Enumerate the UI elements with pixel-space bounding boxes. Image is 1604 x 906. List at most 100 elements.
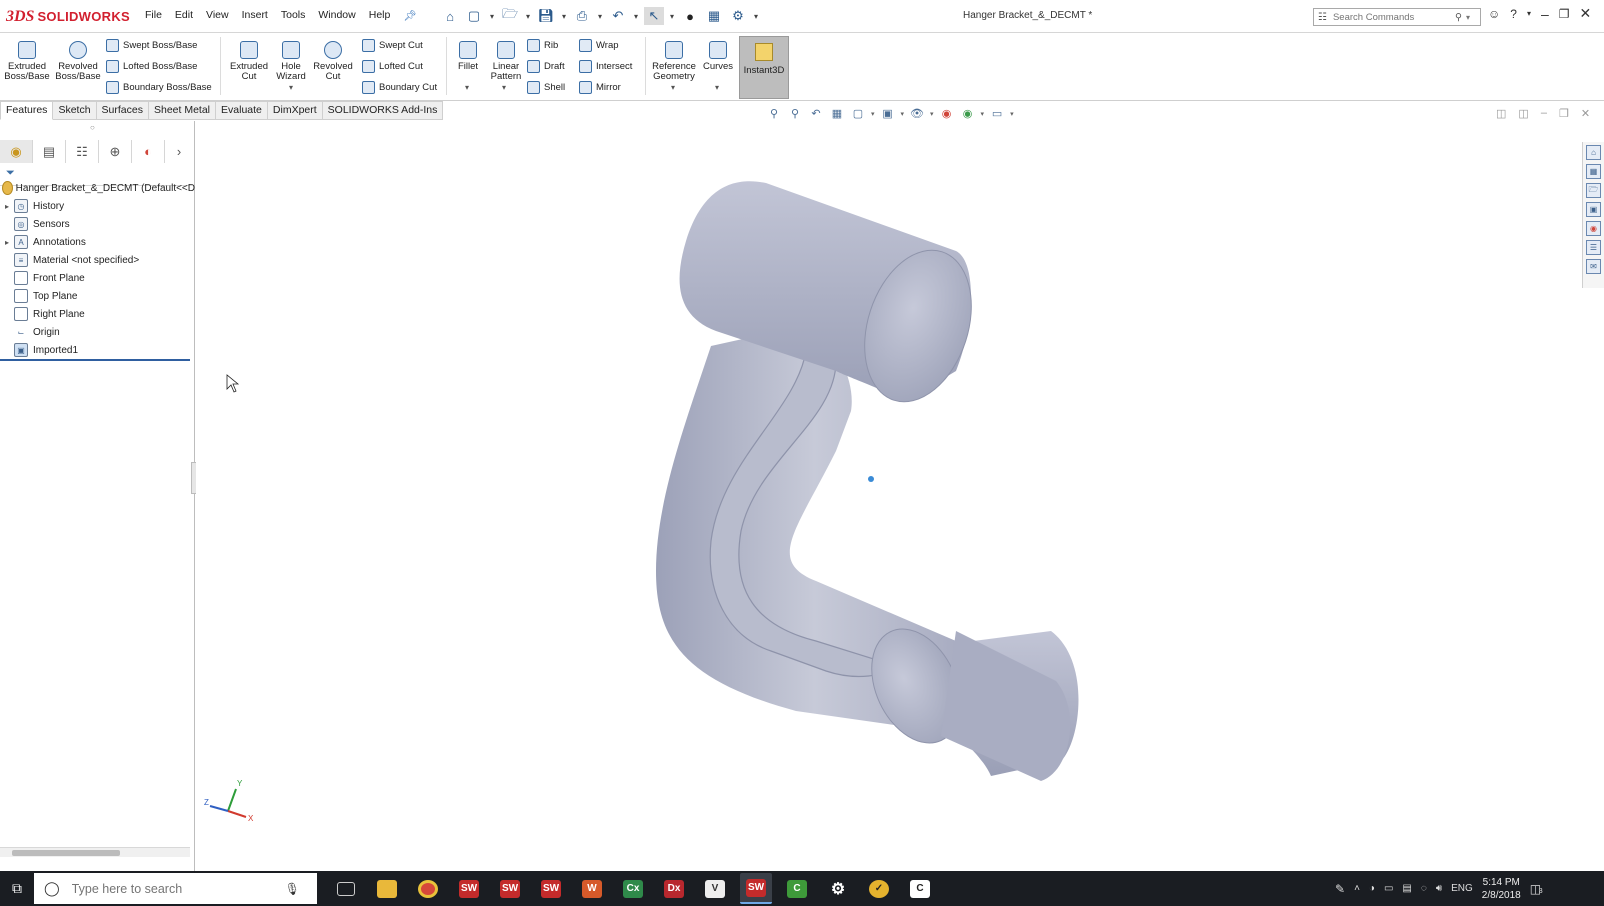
graphics-area[interactable]: Y X Z [196,121,1582,871]
draft-button[interactable]: Draft [527,60,565,73]
search-commands-input[interactable] [1330,10,1451,24]
tab-sheet-metal[interactable]: Sheet Metal [148,101,217,120]
menu-file[interactable]: File [145,9,162,22]
solidworks-2017-app-icon[interactable]: SW [494,873,526,904]
chevron-down-icon[interactable]: ▾ [1527,9,1531,18]
property-manager-tab-icon[interactable]: ▤ [33,140,66,163]
section-view-icon[interactable]: ▦ [829,106,845,121]
chevron-down-icon[interactable]: ▾ [671,83,675,92]
curves-button[interactable]: Curves [700,41,736,72]
new-document-icon[interactable]: ▢ [464,7,484,25]
menu-edit[interactable]: Edit [175,9,193,22]
notification-center-icon[interactable]: ◫ 3 [1530,882,1543,896]
chevron-down-icon[interactable]: ▾ [596,12,604,21]
edit-appearance-icon[interactable]: ◉ [939,106,955,121]
tree-item-front-plane[interactable]: Front Plane [0,269,85,287]
home-icon[interactable]: ⌂ [440,7,460,25]
reference-geometry-button[interactable]: Reference Geometry [650,41,698,82]
windows-start-icon[interactable]: ⧉ [0,871,34,906]
chevron-down-icon[interactable]: ▾ [930,110,934,118]
design-library-icon[interactable]: ▦ [1586,164,1601,179]
linear-pattern-button[interactable]: Linear Pattern [486,41,526,82]
zoom-to-fit-icon[interactable]: ⚲ [766,106,782,121]
zoom-to-area-icon[interactable]: ⚲ [787,106,803,121]
extruded-boss-button[interactable]: Extruded Boss/Base [4,41,50,82]
taskbar-clock[interactable]: 5:14 PM 2/8/2018 [1482,876,1521,902]
view-palette-icon[interactable]: ▣ [1586,202,1601,217]
viewport-close-icon[interactable]: ✕ [1581,107,1590,120]
task-view-icon[interactable] [330,873,362,904]
microphone-icon[interactable]: 🎙︎ [285,882,300,896]
tree-horizontal-scrollbar[interactable] [0,847,190,857]
chevron-down-icon[interactable]: ▾ [715,83,719,92]
undo-icon[interactable]: ↶ [608,7,628,25]
menu-insert[interactable]: Insert [242,9,268,22]
feature-tree-tab-icon[interactable]: ◉ [0,140,33,163]
revolved-cut-button[interactable]: Revolved Cut [310,41,356,82]
panel-grip-icon[interactable]: ○ [90,123,95,132]
forum-icon[interactable]: ✉ [1586,259,1601,274]
file-explorer-app-icon[interactable] [371,873,403,904]
fillet-button[interactable]: Fillet [450,41,486,72]
menu-help[interactable]: Help [369,9,391,22]
chevron-down-icon[interactable]: ▾ [1010,110,1014,118]
language-indicator[interactable]: ENG [1451,883,1473,894]
solidworks-logo[interactable]: 3DS SOLIDWORKS [6,4,130,29]
expand-arrow-icon[interactable]: ▸ [0,202,14,211]
tab-features[interactable]: Features [0,101,54,120]
camtasia-recorder-app-icon[interactable]: C [904,873,936,904]
previous-view-icon[interactable]: ↶ [808,106,824,121]
settings-gear-icon[interactable]: ⚙ [822,873,854,904]
intersect-button[interactable]: Intersect [579,60,632,73]
tab-sketch[interactable]: Sketch [53,101,97,120]
user-icon[interactable]: ☺ [1488,7,1500,21]
tab-evaluate[interactable]: Evaluate [216,101,268,120]
wrap-button[interactable]: Wrap [579,39,619,52]
security-icon[interactable]: ◑ [1369,883,1375,894]
tile-right-icon[interactable]: ◫ [1518,107,1528,120]
help-icon[interactable]: ? [1510,7,1517,21]
tree-item-top-plane[interactable]: Top Plane [0,287,77,305]
close-icon[interactable]: ✕ [1580,5,1592,22]
solidworks-active-app-icon[interactable]: SW [740,873,772,904]
view-orientation-icon[interactable]: ▢ [850,106,866,121]
tab-surfaces[interactable]: Surfaces [96,101,149,120]
search-commands[interactable]: ☷ ⚲ ▾ [1313,8,1481,26]
norton-check-icon[interactable]: ✓ [863,873,895,904]
traffic-light-icon[interactable]: ● [680,7,700,25]
chevron-down-icon[interactable]: ▾ [488,12,496,21]
word-app-icon[interactable]: W [576,873,608,904]
tree-root-part[interactable]: Hanger Bracket_&_DECMT (Default<<D [0,179,195,197]
chevron-down-icon[interactable]: ▾ [871,110,875,118]
chevron-down-icon[interactable]: ▾ [524,12,532,21]
vk-app-icon[interactable]: V [699,873,731,904]
tree-item-sensors[interactable]: ◎ Sensors [0,215,70,233]
revolved-boss-button[interactable]: Revolved Boss/Base [55,41,101,82]
instant3d-button[interactable]: Instant3D [739,36,789,99]
tile-left-icon[interactable]: ◫ [1496,107,1506,120]
boundary-boss-button[interactable]: Boundary Boss/Base [106,81,212,94]
tab-dimxpert[interactable]: DimXpert [267,101,323,120]
chevron-up-icon[interactable]: ˄ [1354,883,1360,894]
dx-app-icon[interactable]: Dx [658,873,690,904]
tree-item-right-plane[interactable]: Right Plane [0,305,85,323]
apply-scene-icon[interactable]: ◉ [960,106,976,121]
save-icon[interactable]: 💾︎ [536,7,556,25]
gear-icon[interactable]: ⚙ [728,7,748,25]
expand-arrow-icon[interactable]: ▸ [0,238,14,247]
scrollbar-thumb[interactable] [12,850,120,856]
tree-item-origin[interactable]: ⌙ Origin [0,323,60,341]
chevron-down-icon[interactable]: ▾ [981,110,985,118]
menu-tools[interactable]: Tools [281,9,306,22]
mirror-button[interactable]: Mirror [579,81,621,94]
chevron-down-icon[interactable]: ▾ [752,12,760,21]
custom-properties-icon[interactable]: ☰ [1586,240,1601,255]
solidworks-resources-icon[interactable]: ⌂ [1586,145,1601,160]
chevron-down-icon[interactable]: ▾ [502,83,506,92]
view-settings-icon[interactable]: ▭ [989,106,1005,121]
chevron-down-icon[interactable]: ▾ [289,83,293,92]
dimxpert-manager-tab-icon[interactable]: ⊕ [99,140,132,163]
chevron-down-icon[interactable]: ▾ [632,12,640,21]
menu-window[interactable]: Window [318,9,355,22]
boundary-cut-button[interactable]: Boundary Cut [362,81,437,94]
